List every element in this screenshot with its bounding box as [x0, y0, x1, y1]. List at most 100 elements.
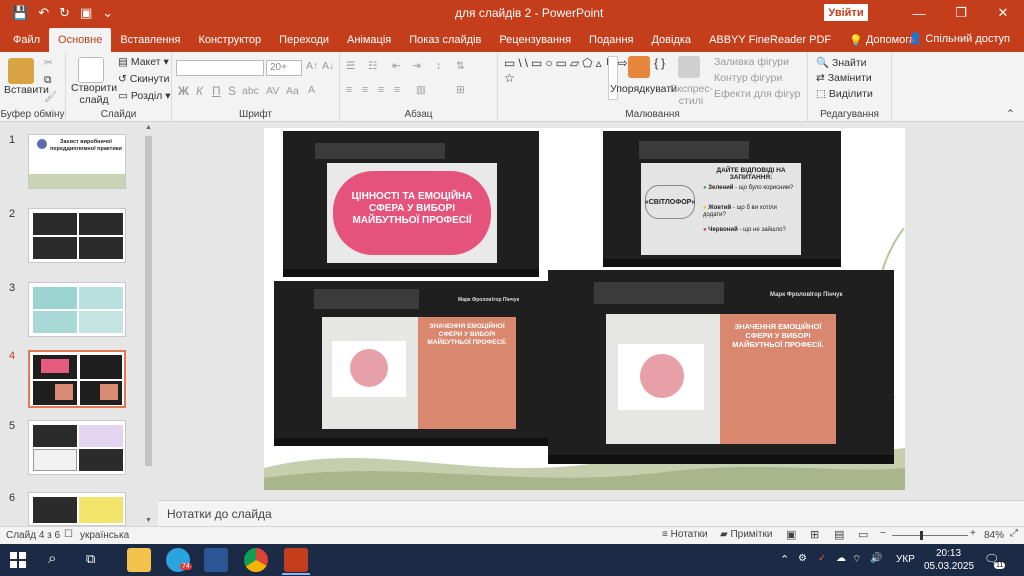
numbering-icon[interactable]: ☷ — [368, 60, 377, 72]
cut-icon[interactable]: ✂ — [44, 57, 53, 69]
bullets-icon[interactable]: ☰ — [346, 60, 355, 72]
clock-date[interactable]: 05.03.2025 — [924, 561, 974, 572]
underline-button[interactable]: П — [212, 84, 221, 98]
thumbnails-scrollbar[interactable]: ▲ ▼ — [143, 122, 154, 526]
zoom-out-icon[interactable]: − — [880, 528, 886, 539]
font-color-icon[interactable]: A — [308, 84, 315, 96]
tab-design[interactable]: Конструктор — [189, 28, 270, 52]
text-direction-icon[interactable]: ⇅ — [456, 60, 465, 72]
find-button[interactable]: 🔍 Знайти — [816, 56, 867, 69]
strike-button[interactable]: S — [228, 84, 236, 98]
font-name-input[interactable] — [176, 60, 264, 76]
shrink-font-icon[interactable]: A↓ — [322, 60, 334, 72]
select-button[interactable]: ⬚ Виділити — [816, 88, 873, 100]
thumbnail-4[interactable]: 4 — [0, 350, 140, 410]
share-button[interactable]: 👤 Спільний доступ — [909, 32, 1010, 45]
tab-abbyy[interactable]: ABBYY FineReader PDF — [700, 28, 840, 52]
scroll-up-icon[interactable]: ▲ — [145, 124, 152, 131]
spellcheck-icon[interactable]: ☐ — [64, 529, 73, 540]
windows-start-icon[interactable] — [10, 552, 26, 568]
slide-sorter-icon[interactable]: ⊞ — [810, 528, 819, 541]
zoom-slider-thumb[interactable] — [920, 531, 923, 540]
new-slide-button[interactable]: Створити слайд — [71, 82, 117, 106]
reading-view-icon[interactable]: ▤ — [834, 528, 844, 541]
indent-icon[interactable]: ⇤ — [392, 60, 401, 72]
scroll-down-icon[interactable]: ▼ — [145, 517, 152, 524]
tab-insert[interactable]: Вставлення — [111, 28, 189, 52]
zoom-level[interactable]: 84% — [984, 530, 1004, 541]
search-icon[interactable]: ⌕ — [48, 550, 56, 567]
save-icon[interactable]: 💾 — [12, 5, 28, 21]
language-indicator[interactable]: українська — [80, 530, 129, 541]
fit-slide-icon[interactable]: ⤢ — [1010, 528, 1018, 539]
comments-toggle[interactable]: ▰ Примітки — [720, 529, 772, 540]
undo-icon[interactable]: ↶ — [38, 5, 49, 21]
reset-button[interactable]: ↺ Скинути — [118, 73, 169, 85]
grow-font-icon[interactable]: A↑ — [306, 60, 318, 72]
tab-view[interactable]: Подання — [580, 28, 642, 52]
zoom-in-icon[interactable]: + — [970, 528, 976, 539]
arrange-button[interactable]: Упорядкувати — [610, 83, 677, 95]
shape-outline-button[interactable]: Контур фігури — [714, 72, 782, 84]
restore-button[interactable]: ❐ — [940, 0, 982, 26]
tray-overflow-icon[interactable]: ⌃ — [780, 553, 789, 566]
input-language[interactable]: УКР — [896, 554, 915, 565]
customize-qat-icon[interactable]: ⌄ — [102, 5, 113, 21]
section-button[interactable]: ▭ Розділ ▾ — [118, 90, 170, 102]
case-icon[interactable]: Aa — [286, 85, 299, 97]
italic-button[interactable]: К — [196, 84, 203, 98]
scrollbar-thumb[interactable] — [145, 136, 152, 466]
minimize-button[interactable]: — — [898, 0, 940, 26]
shape-effects-button[interactable]: Ефекти для фігур — [714, 88, 800, 100]
redo-icon[interactable]: ↻ — [59, 5, 70, 21]
font-size-input[interactable]: 20+ — [266, 60, 302, 76]
thumbnail-5[interactable]: 5 — [0, 420, 140, 480]
tray-app-icon[interactable]: ✓ — [818, 553, 826, 564]
network-icon[interactable]: ⌔ — [852, 553, 861, 566]
tab-animations[interactable]: Анімація — [338, 28, 400, 52]
layout-button[interactable]: ▤ Макет ▾ — [118, 56, 169, 68]
quick-styles-button[interactable]: Експрес-стилі — [670, 83, 713, 107]
thumbnail-1[interactable]: 1 Захист виробничої переддипломної практ… — [0, 134, 140, 194]
shape-fill-button[interactable]: Заливка фігури — [714, 56, 789, 68]
align-right-icon[interactable]: ≡ — [378, 84, 384, 96]
spacing-icon[interactable]: AV — [266, 85, 279, 97]
thumbnail-slide[interactable] — [28, 208, 126, 263]
tray-app-icon[interactable]: ⚙ — [798, 553, 807, 564]
notes-toggle[interactable]: ≡ Нотатки — [662, 529, 708, 540]
align-center-icon[interactable]: ≡ — [362, 84, 368, 96]
close-button[interactable]: ✕ — [982, 0, 1024, 26]
notes-pane[interactable]: Нотатки до слайда — [158, 500, 1024, 526]
arrange-icon[interactable] — [628, 56, 650, 78]
format-painter-icon[interactable]: 🖌 — [44, 90, 57, 103]
outdent-icon[interactable]: ⇥ — [412, 60, 421, 72]
thumbnail-slide[interactable] — [28, 420, 126, 475]
normal-view-icon[interactable]: ▣ — [786, 528, 796, 541]
paste-icon[interactable] — [8, 58, 34, 84]
thumbnail-3[interactable]: 3 — [0, 282, 140, 342]
tab-help[interactable]: Довідка — [642, 28, 700, 52]
new-slide-icon[interactable] — [78, 57, 104, 83]
shapes-gallery[interactable]: ▭\\▭○▭▱⬠▵↳⇨↺ᒣ{}☆ — [504, 56, 665, 102]
smartart-icon[interactable]: ⊞ — [456, 84, 465, 96]
tab-review[interactable]: Рецензування — [490, 28, 580, 52]
tab-transitions[interactable]: Переходи — [270, 28, 338, 52]
quick-styles-icon[interactable] — [678, 56, 700, 78]
tab-file[interactable]: Файл — [4, 28, 49, 52]
volume-icon[interactable]: 🔊 — [870, 553, 882, 564]
shadow-button[interactable]: abc — [242, 85, 259, 97]
word-icon[interactable] — [204, 548, 228, 572]
paste-button[interactable]: Вставити — [4, 84, 49, 96]
thumbnail-slide[interactable] — [28, 282, 126, 337]
task-view-icon[interactable]: ⧉ — [86, 551, 95, 567]
slideshow-view-icon[interactable]: ▭ — [858, 528, 868, 541]
collapse-ribbon-icon[interactable]: ⌃ — [1006, 108, 1015, 120]
thumbnail-slide[interactable] — [28, 492, 126, 526]
signin-button[interactable]: Увійти — [824, 4, 868, 21]
present-icon[interactable]: ▣ — [80, 5, 92, 21]
powerpoint-icon[interactable] — [284, 548, 308, 572]
line-spacing-icon[interactable]: ↕ — [436, 60, 441, 72]
copy-icon[interactable]: ⧉ — [44, 74, 52, 87]
file-explorer-icon[interactable] — [127, 548, 151, 572]
slide-4[interactable]: ЦІННОСТІ ТА ЕМОЦІЙНА СФЕРА У ВИБОРІ МАЙБ… — [264, 128, 905, 490]
